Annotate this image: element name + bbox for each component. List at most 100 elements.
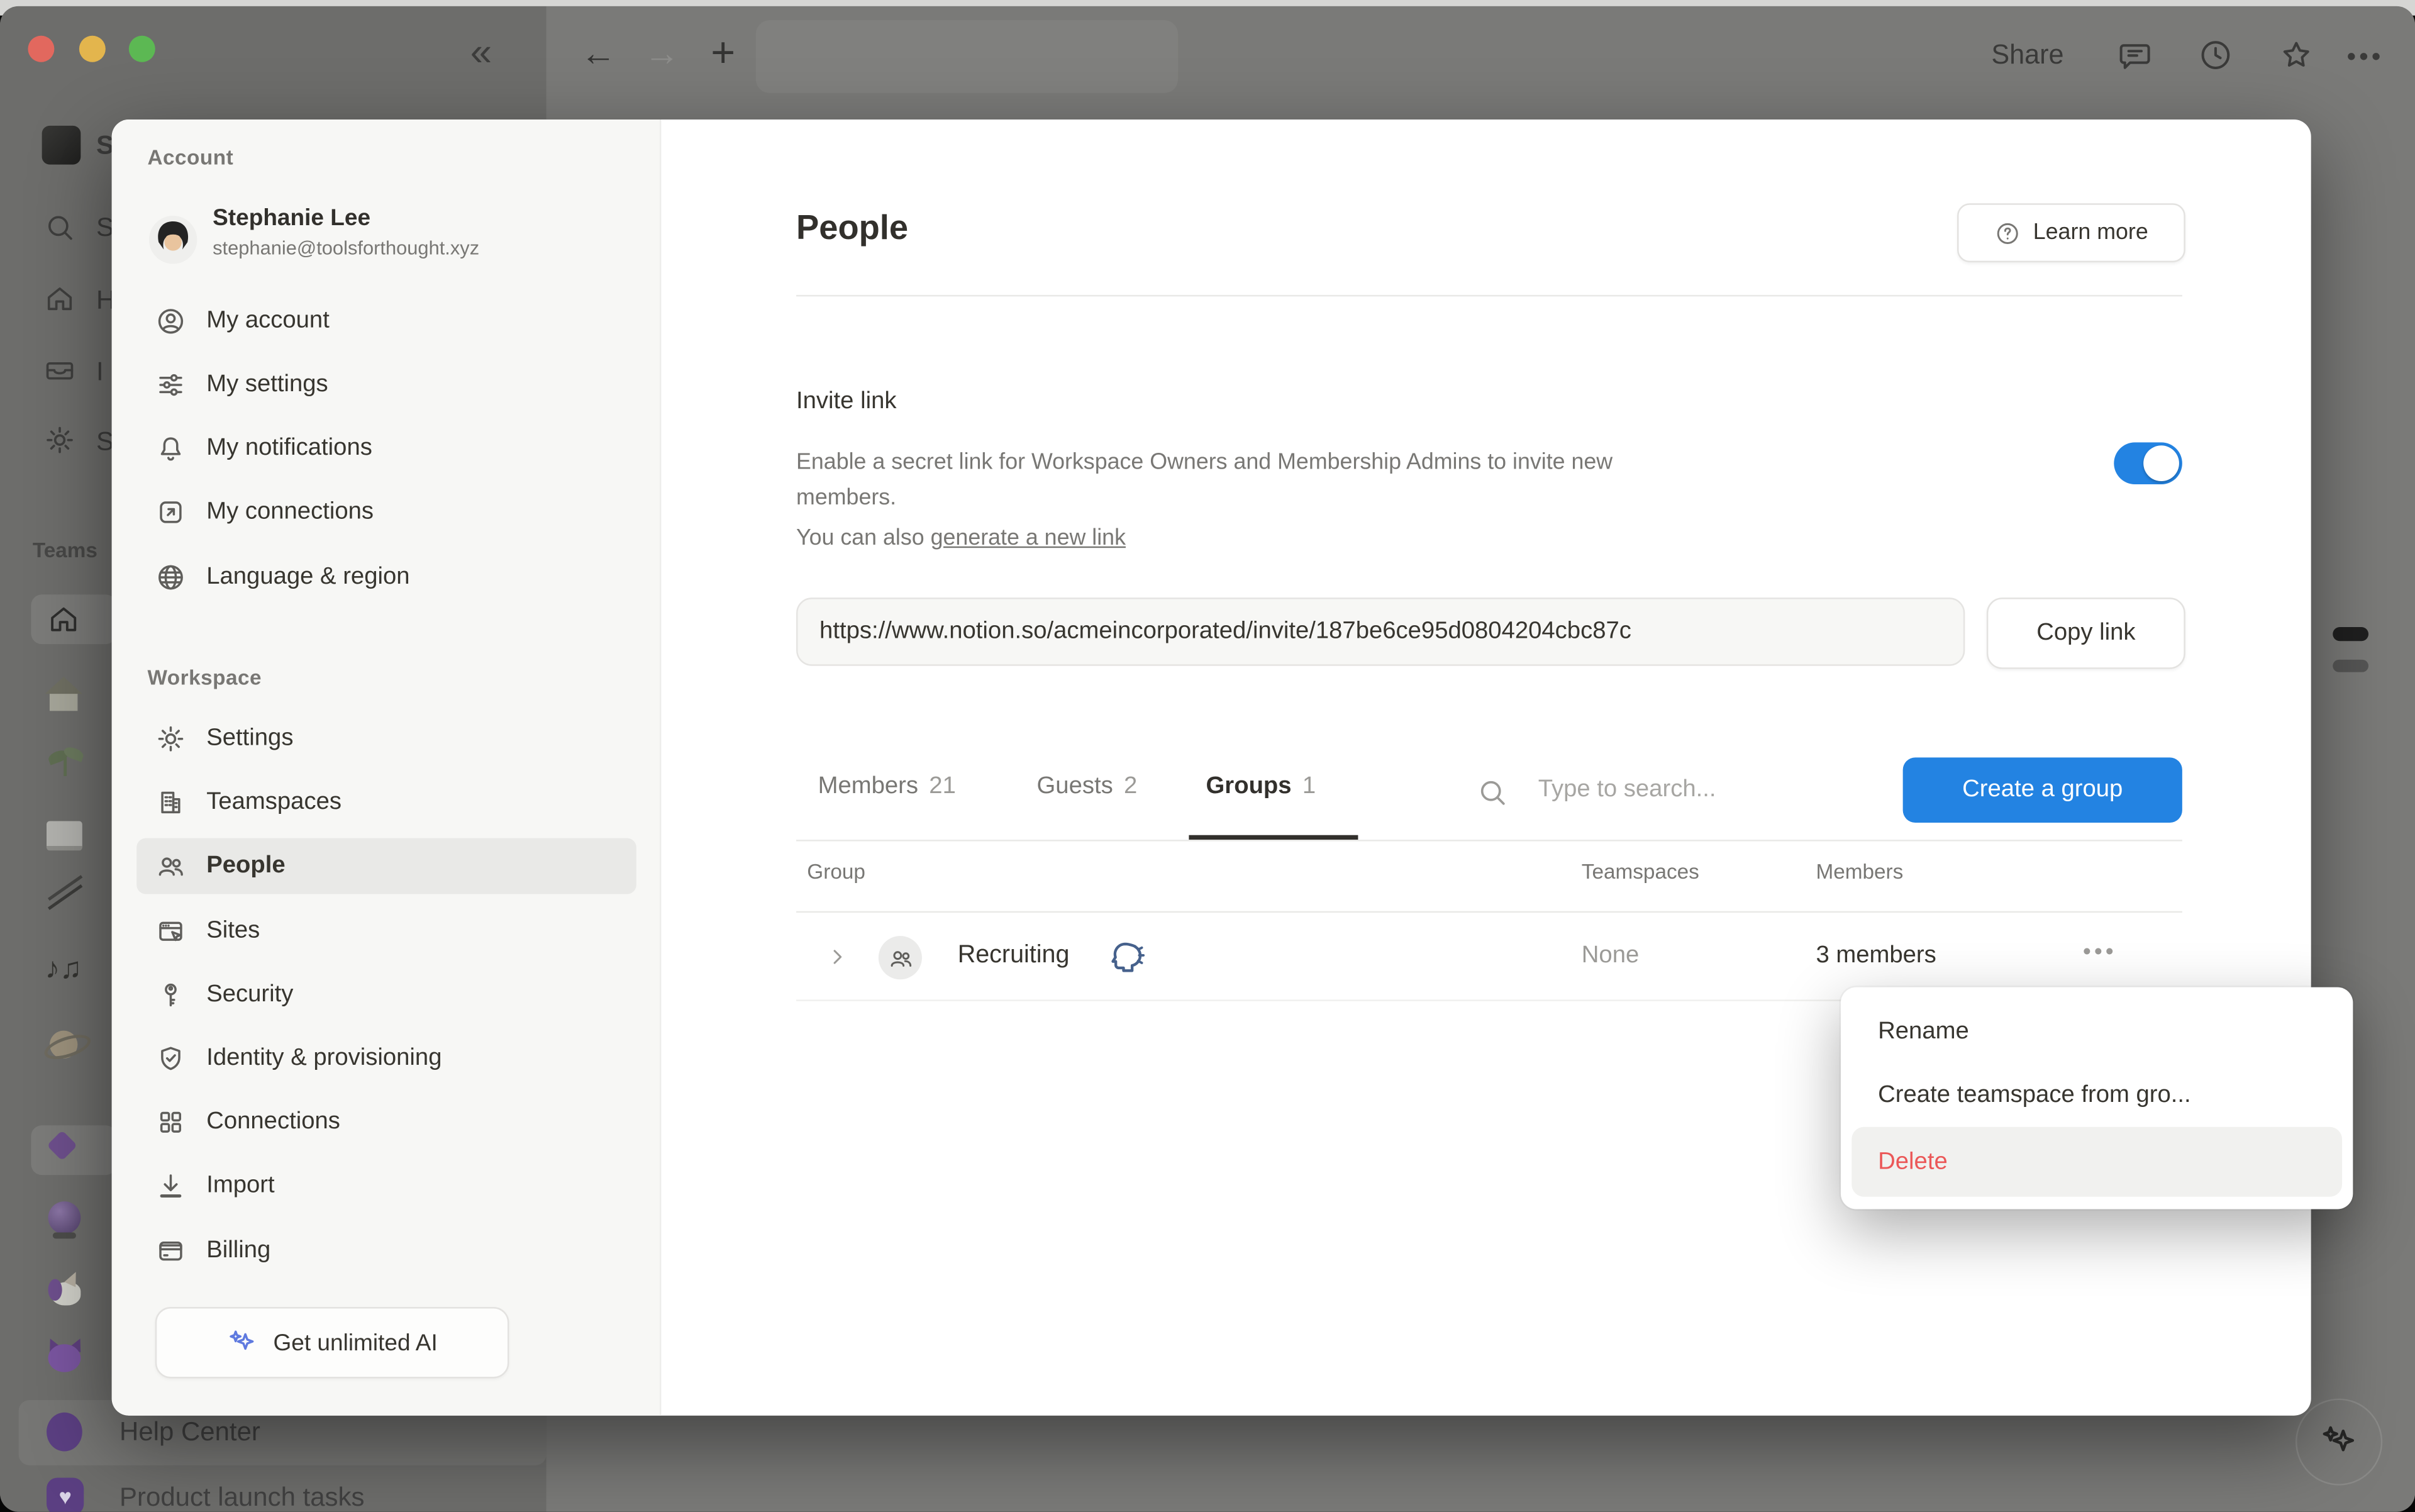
group-context-menu: Rename Create teamspace from gro... Dele… [1841, 987, 2353, 1209]
more-options-icon[interactable]: ••• [2346, 42, 2384, 73]
credit-card-icon [155, 1235, 186, 1266]
sidebar-item-billing[interactable]: Billing [136, 1223, 636, 1279]
sidebar-item-my-account[interactable]: My account [136, 293, 636, 349]
notion-window: « ← → + Share ••• S S H I S Teams [0, 6, 2415, 1512]
collapse-sidebar-icon[interactable]: « [470, 31, 492, 76]
sidebar-item-import[interactable]: Import [136, 1158, 636, 1214]
tabs-divider [796, 839, 2182, 840]
sidebar-item-sites[interactable]: Sites [136, 903, 636, 959]
titlebar-tab-area [756, 20, 1178, 93]
page-title: People [796, 208, 908, 248]
grid-icon [155, 1107, 186, 1138]
column-header-teamspaces[interactable]: Teamspaces [1582, 860, 1699, 883]
shield-check-icon [155, 1043, 186, 1074]
close-window-button[interactable] [28, 36, 54, 62]
teamspaces-section-label: Teams [33, 538, 97, 562]
sidebar-item-security[interactable]: Security [136, 967, 636, 1023]
menu-item-delete[interactable]: Delete [1852, 1127, 2342, 1197]
sidebar-item-teamspaces[interactable]: Teamspaces [136, 774, 636, 830]
workspace-logo[interactable] [42, 126, 81, 165]
key-icon [155, 979, 186, 1010]
invite-url-field[interactable] [796, 598, 1965, 666]
help-center-icon[interactable] [47, 1413, 82, 1452]
column-header-group[interactable]: Group [807, 860, 865, 883]
forward-icon[interactable]: → [644, 33, 680, 75]
new-tab-icon[interactable]: + [711, 30, 735, 78]
notebook-emoji[interactable] [47, 821, 82, 851]
zoom-window-button[interactable] [129, 36, 155, 62]
avatar[interactable] [149, 216, 197, 264]
people-icon [155, 850, 186, 881]
building-icon [155, 787, 186, 818]
settings-sidebar: Account Stephanie Lee stephanie@toolsfor… [112, 120, 662, 1416]
sidebar-item-people[interactable]: People [136, 838, 636, 894]
group-members-value: 3 members [1816, 942, 1936, 970]
tab-members[interactable]: Members 21 [818, 773, 956, 813]
expand-chevron-icon[interactable] [824, 943, 850, 970]
invite-link-toggle[interactable] [2114, 442, 2182, 484]
section-divider [796, 295, 2182, 296]
favorite-star-icon[interactable] [2279, 37, 2314, 73]
settings-dialog: Account Stephanie Lee stephanie@toolsfor… [112, 120, 2311, 1416]
sidebar-item-my-settings[interactable]: My settings [136, 357, 636, 413]
person-circle-icon [155, 306, 186, 336]
comments-icon[interactable] [2117, 37, 2153, 73]
sidebar-item-settings[interactable]: Settings [136, 711, 636, 767]
updates-clock-icon[interactable] [2198, 37, 2234, 73]
notion-ai-bubble[interactable] [2296, 1399, 2382, 1486]
back-icon[interactable]: ← [580, 33, 616, 75]
group-teamspaces-value: None [1582, 942, 1639, 970]
search-icon[interactable] [43, 211, 76, 244]
right-edge-gray-handle[interactable] [2333, 660, 2368, 672]
share-button[interactable]: Share [1991, 39, 2063, 72]
right-edge-dark-handle[interactable] [2333, 627, 2368, 641]
tab-groups-count: 1 [1302, 773, 1316, 801]
general-teamspace-icon[interactable] [47, 603, 80, 636]
get-unlimited-ai-button[interactable]: Get unlimited AI [155, 1307, 509, 1379]
active-page-row-highlight[interactable] [31, 1125, 116, 1175]
sidebar-item-my-connections[interactable]: My connections [136, 484, 636, 540]
tab-guests[interactable]: Guests 2 [1037, 773, 1138, 813]
help-center-label[interactable]: Help Center [119, 1417, 260, 1448]
sidebar-item-identity-provisioning[interactable]: Identity & provisioning [136, 1031, 636, 1087]
farm-house-emoji[interactable] [45, 677, 82, 711]
generate-link-line: You can also generate a new link [796, 526, 1126, 551]
tab-groups[interactable]: Groups 1 [1206, 773, 1316, 813]
question-circle-icon [1994, 220, 2021, 246]
sidebar-item-my-notifications[interactable]: My notifications [136, 421, 636, 477]
generate-new-link-link[interactable]: generate a new link [931, 526, 1126, 551]
group-name: Recruiting [958, 942, 1070, 970]
toggle-knob [2143, 445, 2179, 481]
user-email: stephanie@toolsforthought.xyz [213, 238, 479, 260]
create-group-button[interactable]: Create a group [1903, 757, 2182, 823]
row-more-options-icon[interactable]: ••• [2083, 939, 2117, 965]
music-notes-emoji[interactable]: ♪♫ [45, 953, 82, 987]
settings-gear-icon[interactable] [43, 424, 76, 457]
search-input[interactable] [1535, 774, 1883, 805]
tab-guests-count: 2 [1124, 773, 1137, 801]
invite-link-heading: Invite link [796, 388, 896, 416]
minimize-window-button[interactable] [79, 36, 106, 62]
menu-item-create-teamspace[interactable]: Create teamspace from gro... [1852, 1064, 2342, 1127]
home-icon[interactable] [43, 282, 76, 315]
inbox-label-partial: I [96, 357, 104, 388]
learn-more-button[interactable]: Learn more [1957, 203, 2185, 262]
menu-item-rename[interactable]: Rename [1852, 999, 2342, 1063]
inbox-icon[interactable] [43, 354, 76, 387]
search-icon[interactable] [1476, 776, 1509, 809]
crystal-ball-emoji[interactable] [48, 1201, 81, 1238]
globe-icon [155, 562, 186, 592]
import-arrow-icon [155, 1170, 186, 1201]
sparkles-icon [226, 1327, 257, 1358]
copy-link-button[interactable]: Copy link [1987, 598, 2185, 669]
sidebar-item-language-region[interactable]: Language & region [136, 550, 636, 606]
account-section-label: Account [147, 146, 233, 169]
tab-members-count: 21 [929, 773, 956, 801]
product-launch-tasks-label[interactable]: Product launch tasks [119, 1482, 364, 1512]
screen: « ← → + Share ••• S S H I S Teams [0, 0, 2415, 1512]
browser-icon [155, 916, 186, 947]
sidebar-item-connections[interactable]: Connections [136, 1094, 636, 1150]
sliders-icon [155, 369, 186, 400]
heart-page-icon[interactable]: ♥ [47, 1477, 84, 1511]
column-header-members[interactable]: Members [1816, 860, 1903, 883]
